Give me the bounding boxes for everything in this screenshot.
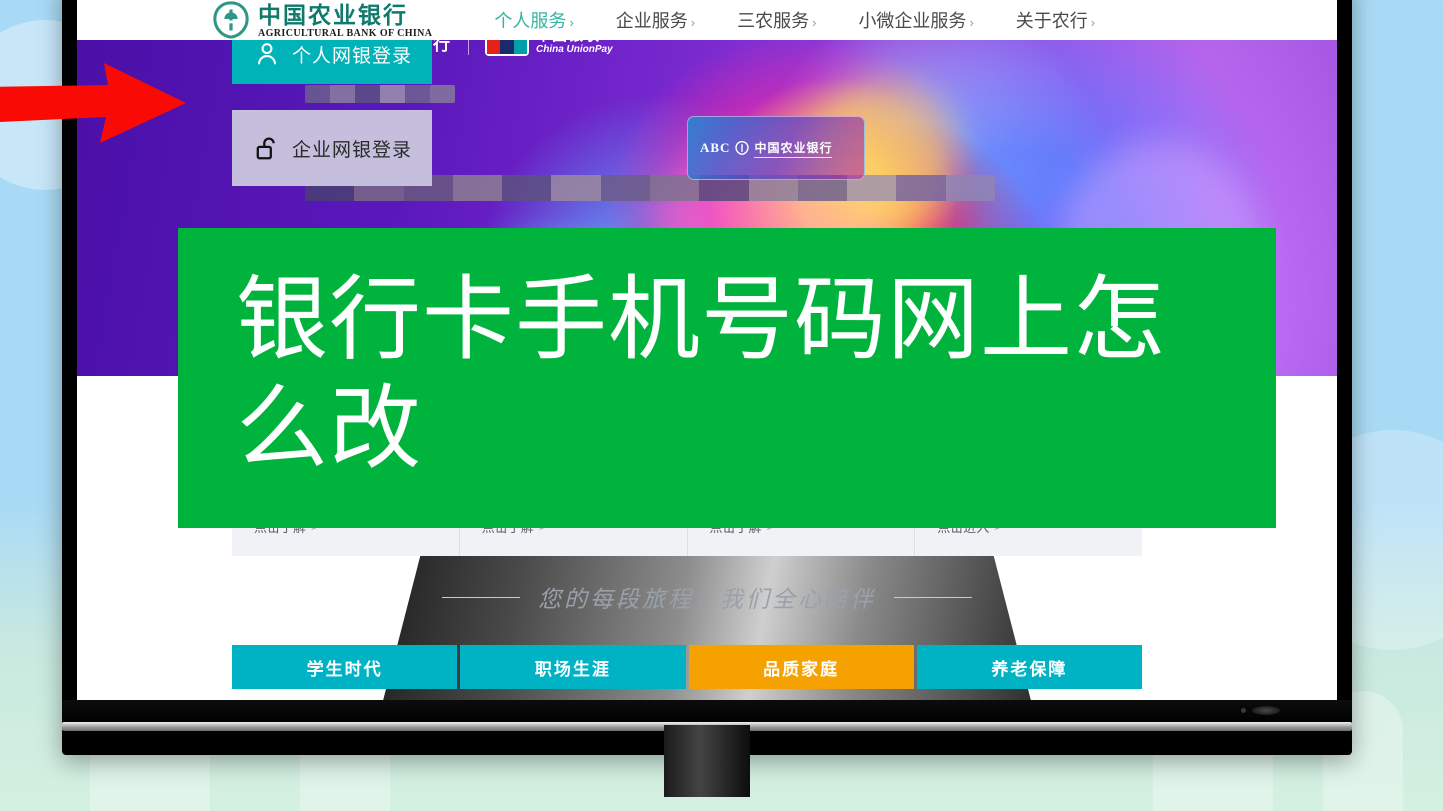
unionpay-name-en: China UnionPay [536,43,613,55]
nav-label: 企业服务 [615,11,688,31]
tab-career[interactable]: 职场生涯 [460,645,686,689]
abc-wheat-shield-icon [735,141,750,155]
main-navigation: 个人服务 › 企业服务 › 三农服务 › 小微企业服务 › 关于农行 › [494,7,1095,33]
enterprise-login-label: 企业网银登录 [292,139,413,161]
site-logo[interactable]: 中国农业银行 AGRICULTURAL BANK OF CHINA [212,1,432,39]
personal-login-label: 个人网银登录 [292,45,413,67]
chevron-right-icon: › [812,15,817,30]
nav-item-about[interactable]: 关于农行 › [1016,7,1095,33]
monitor-stand [664,725,750,797]
tagline-rule-right [894,596,972,598]
tagline-text: 您的每段旅程，我们全心陪伴 [538,587,876,613]
monitor-bottom-bezel [62,700,1352,724]
card-abc-text: ABC [700,140,731,155]
tab-retirement[interactable]: 养老保障 [916,645,1142,689]
caption-text: 银行卡手机号码网上怎么改 [236,269,1167,480]
card-bank-name: 中国农业银行 [754,139,833,158]
tab-label: 学生时代 [306,659,383,679]
life-stage-tabs: 学生时代 职场生涯 品质家庭 养老保障 [232,645,1142,689]
site-header: 中国农业银行 AGRICULTURAL BANK OF CHINA 个人服务 › … [77,0,1337,40]
nav-label: 小微企业服务 [858,11,967,31]
nav-item-personal-services[interactable]: 个人服务 › [494,7,573,33]
person-icon [257,43,277,65]
tab-label: 养老保障 [991,659,1068,679]
tab-quality-family[interactable]: 品质家庭 [688,645,914,689]
monitor-indicator [1241,708,1246,713]
tab-student-era[interactable]: 学生时代 [232,645,458,689]
chevron-right-icon: › [690,15,696,30]
nav-label: 三农服务 [737,11,810,31]
nav-item-agriculture-services[interactable]: 三农服务 › [737,7,816,33]
tab-label: 品质家庭 [763,659,840,679]
abc-bank-card-graphic: ABC 中国农业银行 [687,116,865,180]
chevron-right-icon: › [569,15,574,30]
red-right-arrow-icon [0,63,186,143]
nav-label: 关于农行 [1015,11,1088,31]
abc-wheat-shield-icon [213,1,249,39]
open-lock-icon [256,137,275,160]
tab-label: 职场生涯 [534,659,611,679]
brand-name-en: AGRICULTURAL BANK OF CHINA [258,28,433,39]
nav-item-enterprise-services[interactable]: 企业服务 › [616,7,695,33]
nav-item-sme-services[interactable]: 小微企业服务 › [858,7,973,33]
tagline-rule-left [442,596,520,598]
monitor-indicator [1252,706,1280,715]
tagline-row: 您的每段旅程，我们全心陪伴 [77,580,1337,614]
chevron-right-icon: › [1090,15,1096,30]
login-panel: 个人网银登录 企业网银登录 [232,24,432,186]
enterprise-ebanking-login-button[interactable]: 企业网银登录 [232,110,432,186]
chevron-right-icon: › [969,15,974,30]
nav-label: 个人服务 [494,11,567,31]
brand-name-cn: 中国农业银行 [258,2,408,28]
caption-overlay: 银行卡手机号码网上怎么改 [178,228,1276,528]
